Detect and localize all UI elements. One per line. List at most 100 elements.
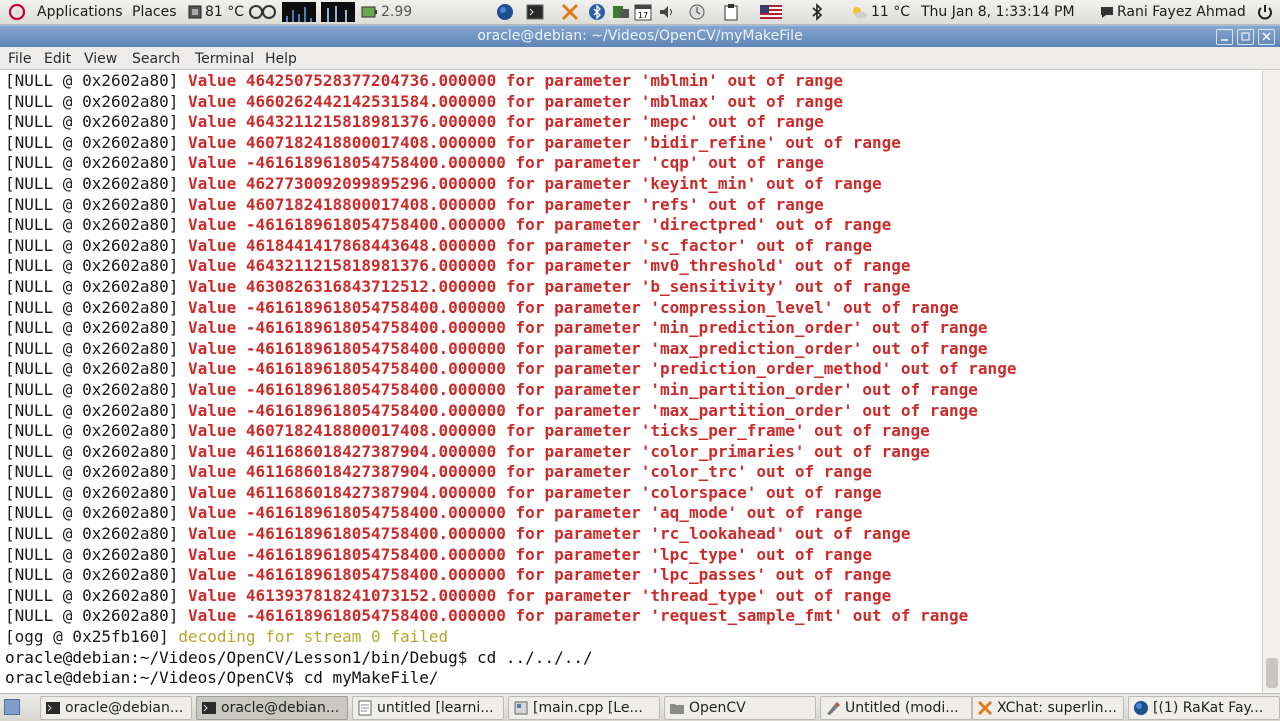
glasses-icon: [248, 3, 278, 21]
drawing-icon: [825, 700, 841, 716]
error-message: Value 4611686018427387904.000000 for par…: [188, 482, 882, 502]
terminal-line: [NULL @ 0x2602a80] Value -46161896180547…: [5, 359, 1016, 380]
menubar: File Edit View Search Terminal Help: [0, 47, 1280, 70]
error-message: Value -4616189618054758400.000000 for pa…: [188, 524, 911, 544]
warning-message: decoding for stream 0 failed: [178, 627, 449, 647]
terminal-line: [NULL @ 0x2602a80] Value 463082631684371…: [5, 277, 1016, 298]
line-prefix: [NULL @ 0x2602a80]: [5, 359, 189, 379]
tools-icon[interactable]: [561, 3, 579, 21]
error-message: Value 4611686018427387904.000000 for par…: [188, 441, 930, 461]
terminal-icon: [45, 700, 61, 716]
line-prefix: [NULL @ 0x2602a80]: [5, 318, 189, 338]
terminal-line: [NULL @ 0x2602a80] Value 461844141786844…: [5, 236, 1016, 257]
line-prefix: [NULL @ 0x2602a80]: [5, 132, 189, 152]
error-message: Value 4627730092099895296.000000 for par…: [188, 173, 882, 193]
error-message: Value -4616189618054758400.000000 for pa…: [188, 565, 892, 585]
scrollbar-thumb[interactable]: [1266, 658, 1278, 688]
window-titlebar[interactable]: oracle@debian: ~/Videos/OpenCV/myMakeFil…: [0, 25, 1280, 47]
browser-launcher-icon[interactable]: [496, 3, 514, 21]
battery-icon: [360, 3, 378, 21]
menu-edit[interactable]: Edit: [44, 51, 71, 67]
weather-temperature: 11 °C: [871, 4, 911, 20]
calendar-icon[interactable]: 17: [634, 3, 652, 21]
taskbar-item-label: [(1) RaKat Fay...: [1153, 700, 1264, 716]
shell-prompt-line: oracle@debian:~/Videos/OpenCV$ cd myMake…: [5, 668, 439, 688]
error-message: Value -4616189618054758400.000000 for pa…: [188, 215, 892, 235]
keyboard-layout-flag-icon[interactable]: [760, 3, 782, 21]
terminal-line: [NULL @ 0x2602a80] Value -46161896180547…: [5, 298, 1016, 319]
clock[interactable]: Thu Jan 8, 1:33:14 PM: [921, 3, 1075, 21]
taskbar-item-terminal-2[interactable]: oracle@debian...: [196, 696, 348, 720]
minimize-button[interactable]: [1216, 29, 1233, 45]
error-message: Value -4616189618054758400.000000 for pa…: [188, 318, 988, 338]
terminal-output[interactable]: [NULL @ 0x2602a80] Value 464250752837720…: [0, 70, 1262, 692]
show-desktop-icon[interactable]: [4, 699, 20, 715]
menu-terminal[interactable]: Terminal: [195, 51, 254, 67]
taskbar-item-terminal-1[interactable]: oracle@debian...: [40, 696, 192, 720]
power-icon[interactable]: [1256, 3, 1274, 21]
taskbar-item-text-editor[interactable]: untitled [learni...: [352, 696, 504, 720]
terminal-line: [NULL @ 0x2602a80] Value 460718241880001…: [5, 133, 1016, 154]
line-prefix: [ogg @ 0x25fb160]: [5, 627, 179, 647]
taskbar-item-folder[interactable]: OpenCV: [664, 696, 816, 720]
line-prefix: [NULL @ 0x2602a80]: [5, 194, 189, 214]
taskbar-item-code-editor[interactable]: [main.cpp [Le...: [508, 696, 660, 720]
volume-icon[interactable]: [658, 3, 676, 21]
xchat-icon: [977, 700, 993, 716]
line-prefix: [NULL @ 0x2602a80]: [5, 421, 189, 441]
taskbar-item-label: oracle@debian...: [221, 700, 340, 716]
error-message: Value -4616189618054758400.000000 for pa…: [188, 359, 1017, 379]
line-prefix: [NULL @ 0x2602a80]: [5, 462, 189, 482]
error-message: Value 4630826316843712512.000000 for par…: [188, 276, 911, 296]
terminal-line: [NULL @ 0x2602a80] Value 461168601842738…: [5, 442, 1016, 463]
cpu-temperature: 81 °C: [205, 4, 245, 20]
terminal-scrollbar[interactable]: [1262, 70, 1280, 692]
error-message: Value -4616189618054758400.000000 for pa…: [188, 338, 988, 358]
terminal-line: [NULL @ 0x2602a80] Value -46161896180547…: [5, 380, 1016, 401]
line-prefix: [NULL @ 0x2602a80]: [5, 235, 189, 255]
text-editor-icon: [357, 700, 373, 716]
taskbar-item-drawing[interactable]: Untitled (modi...: [820, 696, 972, 720]
taskbar-item-browser[interactable]: [(1) RaKat Fay...: [1128, 696, 1280, 720]
line-prefix: [NULL @ 0x2602a80]: [5, 276, 189, 296]
memory-load-graph-icon: [321, 2, 355, 22]
clipboard-icon[interactable]: [722, 3, 740, 21]
taskbar-item-label: untitled [learni...: [377, 700, 494, 716]
network-icon[interactable]: [612, 3, 630, 21]
terminal-line: [NULL @ 0x2602a80] Value 464321121581898…: [5, 112, 1016, 133]
terminal-line: [NULL @ 0x2602a80] Value -46161896180547…: [5, 503, 1016, 524]
shell-prompt-line: oracle@debian:~/Videos/OpenCV/Lesson1/bi…: [5, 647, 593, 667]
terminal-line: [NULL @ 0x2602a80] Value 461168601842738…: [5, 462, 1016, 483]
terminal-line: [ogg @ 0x25fb160] decoding for stream 0 …: [5, 627, 1016, 648]
bluetooth-status-icon[interactable]: [808, 3, 826, 21]
terminal-line: [NULL @ 0x2602a80] Value -46161896180547…: [5, 524, 1016, 545]
taskbar-item-label: [main.cpp [Le...: [533, 700, 643, 716]
debian-logo-icon[interactable]: [8, 3, 26, 21]
taskbar-item-xchat[interactable]: XChat: superlin...: [972, 696, 1124, 720]
menu-help[interactable]: Help: [265, 51, 297, 67]
error-message: Value 4643211215818981376.000000 for par…: [188, 256, 911, 276]
menu-view[interactable]: View: [84, 51, 117, 67]
terminal-line: [NULL @ 0x2602a80] Value 466026244214253…: [5, 92, 1016, 113]
error-message: Value -4616189618054758400.000000 for pa…: [188, 379, 978, 399]
menu-search[interactable]: Search: [132, 51, 180, 67]
browser-icon: [1133, 700, 1149, 716]
window-title: oracle@debian: ~/Videos/OpenCV/myMakeFil…: [477, 28, 803, 44]
terminal-line: [NULL @ 0x2602a80] Value -46161896180547…: [5, 565, 1016, 586]
taskbar-item-label: XChat: superlin...: [997, 700, 1117, 716]
bluetooth-icon[interactable]: [588, 3, 606, 21]
close-button[interactable]: [1258, 29, 1275, 45]
updates-icon[interactable]: [688, 3, 706, 21]
terminal-line: [NULL @ 0x2602a80] Value 464250752837720…: [5, 71, 1016, 92]
menu-file[interactable]: File: [8, 51, 31, 67]
error-message: Value -4616189618054758400.000000 for pa…: [188, 544, 872, 564]
user-name[interactable]: Rani Fayez Ahmad: [1117, 3, 1246, 21]
applications-menu[interactable]: Applications: [37, 3, 123, 21]
terminal-line: [NULL @ 0x2602a80] Value -46161896180547…: [5, 545, 1016, 566]
places-menu[interactable]: Places: [132, 3, 177, 21]
error-message: Value 4607182418800017408.000000 for par…: [188, 132, 901, 152]
top-panel: Applications Places 81 °C 2.99 17 11 °C …: [0, 0, 1280, 25]
svg-text:17: 17: [638, 11, 648, 20]
terminal-launcher-icon[interactable]: [526, 3, 544, 21]
maximize-button[interactable]: [1237, 29, 1254, 45]
